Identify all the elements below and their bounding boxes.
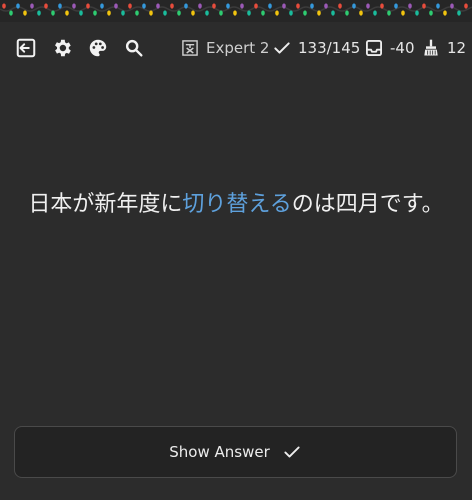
light-bulb [275,10,279,16]
show-answer-label: Show Answer [169,443,270,461]
light-bulb [373,10,377,16]
broom-icon [424,39,438,56]
show-answer-button[interactable]: Show Answer [14,426,457,478]
light-bulb [191,10,195,16]
light-bulb [170,3,174,9]
light-bulb [408,3,412,9]
light-bulb [72,3,76,9]
light-bulb [317,10,321,16]
light-bulb [16,3,20,9]
cleanup-value: 12 [447,39,467,57]
light-bulb [436,3,440,9]
check-icon [284,446,300,458]
light-bulb [79,10,83,16]
top-toolbar: Expert 2 133/145 -40 12 [0,28,472,68]
light-bulb [23,10,27,16]
light-bulb [387,10,391,16]
inbox-counter: -40 [364,36,415,60]
decorative-lights-strip [0,0,472,22]
gear-icon[interactable] [50,36,74,60]
deck-label: Expert 2 [206,39,270,57]
light-bulb [247,10,251,16]
light-bulb [142,3,146,9]
light-bulb [268,3,272,9]
light-bulb [93,10,97,16]
light-bulb [450,3,454,9]
light-bulb [415,10,419,16]
reviews-value: 133/145 [298,39,361,57]
light-bulb [149,10,153,16]
light-bulb [135,10,139,16]
exit-icon[interactable] [14,36,38,60]
light-bulb [100,3,104,9]
light-bulb [443,10,447,16]
light-bulb [429,10,433,16]
light-bulb [338,3,342,9]
reviews-counter: 133/145 [272,36,360,60]
light-bulb [219,10,223,16]
light-bulb [226,3,230,9]
light-bulb [177,10,181,16]
cleanup-counter: 12 [421,36,466,60]
check-icon [274,42,290,54]
light-bulb [331,10,335,16]
light-bulb [296,3,300,9]
light-bulb [457,10,461,16]
light-bulb [324,3,328,9]
sentence-target-word: 切り替える [182,192,292,217]
light-bulb [401,10,405,16]
inbox-icon [366,40,382,56]
light-bulb [2,3,6,9]
light-bulb [352,3,356,9]
light-bulb [464,3,468,9]
light-bulb [254,3,258,9]
light-bulb [114,3,118,9]
sentence-before: 日本が新年度に [28,192,183,217]
light-bulb [198,3,202,9]
light-bulb [184,3,188,9]
light-bulb [261,10,265,16]
card-sentence: 日本が新年度に 切り替える のは四月です。 [0,180,472,224]
light-bulb [303,10,307,16]
light-bulb [240,3,244,9]
inbox-value: -40 [390,39,415,57]
light-bulb [310,3,314,9]
light-bulb [121,10,125,16]
light-bulb [366,3,370,9]
light-bulb [205,10,209,16]
light-bulb [51,10,55,16]
sentence-after: のは四月です。 [291,192,444,217]
light-bulb [212,3,216,9]
light-bulb [128,3,132,9]
lights-graphic [0,3,472,16]
search-icon[interactable] [122,36,146,60]
light-bulb [30,3,34,9]
palette-icon[interactable] [86,36,110,60]
light-bulb [359,10,363,16]
kanji-icon [182,40,198,56]
light-bulb [86,3,90,9]
light-bulb [289,10,293,16]
light-bulb [233,10,237,16]
light-bulb [65,10,69,16]
light-bulb [394,3,398,9]
light-bulb [282,3,286,9]
light-bulb [44,3,48,9]
light-bulb [37,10,41,16]
light-bulb [9,10,13,16]
light-bulb [422,3,426,9]
light-bulb [380,3,384,9]
light-bulb [58,3,62,9]
deck-indicator[interactable]: Expert 2 [180,36,269,60]
light-bulb [107,10,111,16]
light-bulb [163,10,167,16]
light-bulb [345,10,349,16]
light-bulb [156,3,160,9]
